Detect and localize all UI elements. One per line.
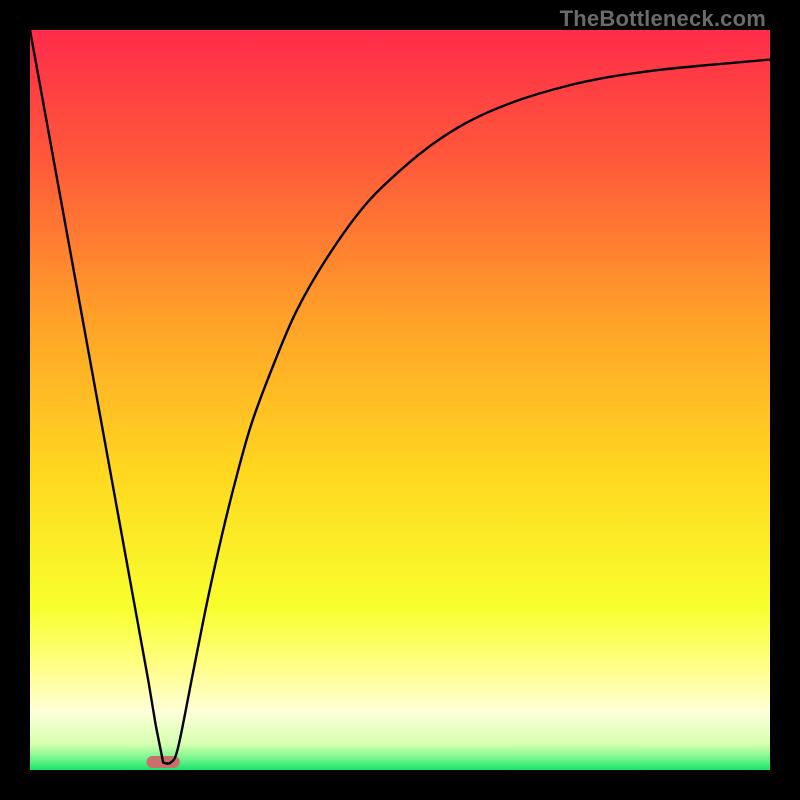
watermark-label: TheBottleneck.com	[560, 6, 766, 32]
plot-area	[30, 30, 770, 770]
chart-svg	[30, 30, 770, 770]
gradient-background	[30, 30, 770, 770]
chart-frame: TheBottleneck.com	[0, 0, 800, 800]
